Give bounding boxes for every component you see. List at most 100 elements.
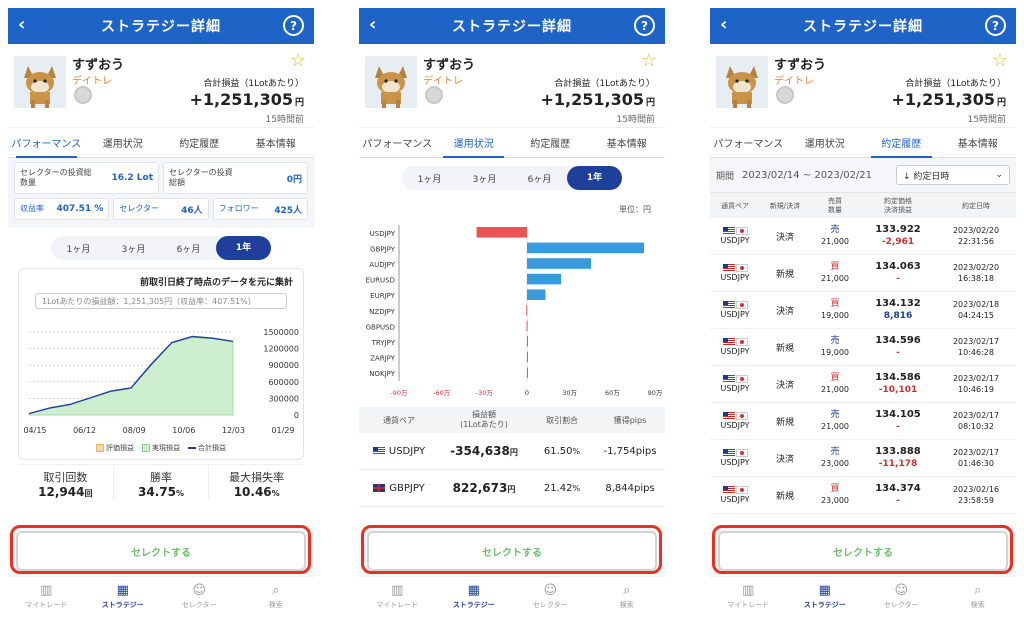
tab-history[interactable]: 約定履歴 — [512, 128, 589, 157]
table-row[interactable]: USDJPY 決済売 23,000 133.888 -11,178 2023/02/17 0… — [710, 440, 1016, 477]
back-icon[interactable]: ‹ — [720, 14, 727, 35]
table-row[interactable]: USDJPY 新規買 21,000 134.063-2023/02/20 16:38:1… — [710, 255, 1016, 292]
search-icon: ⌕ — [974, 583, 982, 598]
search-icon: ⌕ — [623, 583, 631, 598]
select-area: セレクトする — [359, 526, 665, 576]
favorite-star-icon[interactable]: ☆ — [290, 50, 306, 71]
tab-operation[interactable]: 運用状況 — [85, 128, 162, 157]
us-flag-icon — [722, 375, 735, 383]
chart-note: 1Lotあたりの損益額：1,251,305円（収益率：407.51%） — [35, 293, 287, 309]
table-row[interactable]: USDJPY 新規売 21,000 134.105-2023/02/17 08:10:3… — [710, 403, 1016, 440]
period-1m[interactable]: 1ヶ月 — [51, 242, 106, 255]
unit-label: 単位：円 — [619, 205, 651, 214]
nav-mytrade[interactable]: ▥ マイトレード — [8, 577, 85, 616]
nav-mytrade[interactable]: ▥ マイトレード — [359, 577, 436, 616]
tab-history[interactable]: 約定履歴 — [863, 128, 940, 158]
tab-basic-info[interactable]: 基本情報 — [238, 128, 315, 157]
followers-box: フォロワー 425人 — [212, 198, 308, 220]
table-row[interactable]: GBPJPY 822,673円 21.42% 8,844pips — [359, 470, 665, 507]
page-title: ストラテジー詳細 — [452, 19, 572, 35]
favorite-star-icon[interactable]: ☆ — [641, 50, 657, 71]
legend-unrealized: 評価損益 — [96, 443, 134, 453]
us-flag-icon — [722, 301, 735, 309]
jp-flag-icon — [735, 375, 748, 383]
chart-title: 前取引日終了時点のデータを元に集計 — [139, 278, 293, 288]
tab-history[interactable]: 約定履歴 — [161, 128, 238, 157]
help-icon[interactable]: ? — [283, 15, 304, 36]
help-icon[interactable]: ? — [985, 15, 1006, 36]
nav-search[interactable]: ⌕ 検索 — [589, 577, 666, 616]
jp-flag-icon — [735, 227, 748, 235]
tab-operation[interactable]: 運用状況 — [787, 128, 864, 157]
period-6m[interactable]: 6ヶ月 — [512, 172, 567, 185]
bar-zarjpy — [527, 351, 528, 363]
select-button[interactable]: セレクトする — [16, 531, 306, 571]
jp-flag-icon — [735, 486, 748, 494]
strategy-icon: ▦ — [116, 583, 129, 598]
tab-performance[interactable]: パフォーマンス — [8, 128, 85, 158]
page-title: ストラテジー詳細 — [101, 19, 221, 35]
nav-search[interactable]: ⌕ 検索 — [940, 577, 1017, 616]
pl-value: +1,251,305 円 — [891, 90, 1006, 109]
table-row[interactable]: USDJPY 新規売 19,000 134.596-2023/02/17 10:46:2… — [710, 329, 1016, 366]
table-row[interactable]: USDJPY 決済買 21,000 134.586 -10,101 2023/02/17 1… — [710, 366, 1016, 403]
pl-line-chart: 0 300000 600000 900000 1200000 1500000 04/15 06… — [23, 328, 299, 435]
period-range[interactable]: 2023/02/14 ~ 2023/02/21 — [742, 170, 872, 181]
period-1y[interactable]: 1年 — [567, 166, 622, 190]
period-6m[interactable]: 6ヶ月 — [161, 242, 216, 255]
back-icon[interactable]: ‹ — [18, 14, 25, 35]
period-3m[interactable]: 3ヶ月 — [106, 242, 161, 255]
category-label: NOKJPY — [369, 370, 395, 378]
select-button[interactable]: セレクトする — [367, 531, 657, 571]
bar-nokjpy — [527, 367, 528, 378]
jp-flag-icon — [735, 449, 748, 457]
tab-bar: パフォーマンス 運用状況 約定履歴 基本情報 — [8, 128, 314, 158]
avatar — [365, 56, 417, 108]
x-tick-label: 10/06 — [172, 426, 195, 435]
favorite-star-icon[interactable]: ☆ — [992, 50, 1008, 71]
tab-basic-info[interactable]: 基本情報 — [940, 128, 1017, 157]
nav-selector[interactable]: ☺ セレクター — [161, 577, 238, 616]
pl-label: 合計損益（1Lotあたり） — [554, 79, 655, 89]
category-label: GBPJPY — [370, 245, 396, 253]
table-row[interactable]: USDJPY -354,638円 61.50% -1,754pips — [359, 433, 665, 470]
tab-performance[interactable]: パフォーマンス — [710, 128, 787, 157]
period-selector: 1ヶ月 3ヶ月 6ヶ月 1年 — [402, 166, 622, 190]
history-table-header: 通貨ペア 新規/決済 売買 数量 約定価格 決済損益 約定日時 — [710, 192, 1016, 218]
sort-select[interactable]: ↓ 約定日時 ⌄ — [896, 165, 1010, 185]
nav-mytrade[interactable]: ▥ マイトレード — [710, 577, 787, 616]
period-1m[interactable]: 1ヶ月 — [402, 172, 457, 185]
tab-basic-info[interactable]: 基本情報 — [589, 128, 666, 157]
nav-selector[interactable]: ☺ セレクター — [863, 577, 940, 616]
chart-icon: ▥ — [40, 583, 53, 598]
x-tick-label: -30万 — [476, 389, 494, 397]
select-button[interactable]: セレクトする — [718, 531, 1008, 571]
nav-search[interactable]: ⌕ 検索 — [238, 577, 315, 616]
period-1y[interactable]: 1年 — [216, 236, 271, 260]
chart-legend: 評価損益 実現損益 合計損益 — [19, 443, 303, 453]
table-row[interactable]: USDJPY 決済売 21,000 133.922 -2,961 2023/02/20 22… — [710, 218, 1016, 255]
help-icon[interactable]: ? — [634, 15, 655, 36]
strategy-name: すずおう — [72, 58, 125, 73]
summary-row: 取引回数 12,944回 勝率 34.75% 最大損失率 10.46% — [18, 464, 304, 500]
x-tick-label: 90万 — [648, 389, 663, 397]
back-icon[interactable]: ‹ — [369, 14, 376, 35]
people-icon: ☺ — [192, 583, 207, 598]
phone-operation: ‹ ストラテジー詳細 ? すずおう デイトレ ☆ 合計損益（1Lotあたり） +… — [359, 8, 665, 616]
tab-operation[interactable]: 運用状況 — [436, 128, 513, 158]
table-row[interactable]: USDJPY 新規買 23,000 134.374-2023/02/16 23:58:5… — [710, 477, 1016, 514]
return-box: 収益率 407.51 % — [14, 198, 110, 220]
nav-strategy[interactable]: ▦ ストラテジー — [436, 577, 513, 616]
header: ‹ ストラテジー詳細 ? — [359, 8, 665, 44]
nav-strategy[interactable]: ▦ ストラテジー — [787, 577, 864, 616]
chart-icon: ▥ — [742, 583, 755, 598]
nav-selector[interactable]: ☺ セレクター — [512, 577, 589, 616]
nav-strategy[interactable]: ▦ ストラテジー — [85, 577, 162, 616]
category-label: EURJPY — [370, 292, 396, 300]
pl-label: 合計損益（1Lotあたり） — [905, 79, 1006, 89]
updated-time: 15時間前 — [265, 115, 304, 125]
table-row[interactable]: USDJPY 決済買 19,000 134.132 8,816 2023/02/18 04:… — [710, 292, 1016, 329]
period-3m[interactable]: 3ヶ月 — [457, 172, 512, 185]
tab-performance[interactable]: パフォーマンス — [359, 128, 436, 157]
selectors-label: セレクター — [119, 204, 160, 213]
